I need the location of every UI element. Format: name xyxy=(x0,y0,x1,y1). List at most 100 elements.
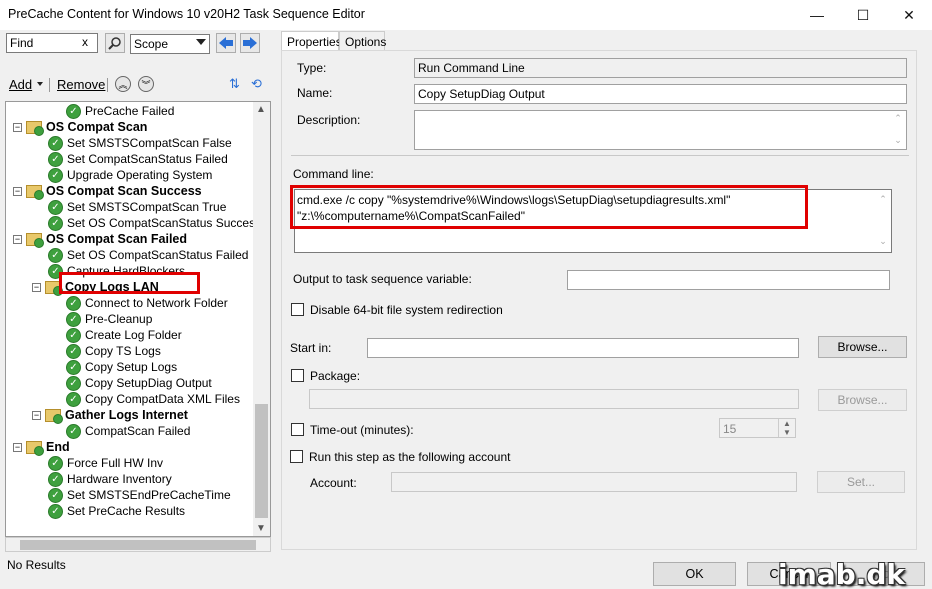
divider xyxy=(49,78,50,92)
disable-64bit-checkbox[interactable] xyxy=(291,303,304,316)
run-as-checkbox[interactable] xyxy=(290,450,303,463)
sort-icon[interactable]: ⇅ xyxy=(229,76,240,92)
check-icon: ✓ xyxy=(66,103,81,119)
tab-options[interactable]: Options xyxy=(339,31,386,51)
tree-item[interactable]: ✓ PreCache Failed xyxy=(66,103,174,119)
package-checkbox[interactable] xyxy=(291,369,304,382)
description-field[interactable]: ⌃ ⌄ xyxy=(414,110,907,150)
timeout-checkbox[interactable] xyxy=(291,423,304,436)
tree-item[interactable]: ✓ Force Full HW Inv xyxy=(48,455,163,471)
divider xyxy=(291,155,909,156)
scroll-up-icon[interactable]: ⌃ xyxy=(876,194,890,205)
check-icon: ✓ xyxy=(66,375,81,391)
timeout-spinner: ▲ ▼ xyxy=(778,419,795,437)
arrow-left-icon[interactable] xyxy=(216,33,236,53)
start-in-field[interactable] xyxy=(367,338,799,358)
name-label: Name: xyxy=(297,86,333,100)
account-field xyxy=(391,472,797,492)
browse-button[interactable]: Browse... xyxy=(818,336,907,358)
tree-item[interactable]: ✓ Create Log Folder xyxy=(66,327,182,343)
minimize-button[interactable]: — xyxy=(794,0,840,30)
action-bar: Add Remove ︽ ︾ ⇅ ⟲ xyxy=(0,70,275,98)
magnifier-icon[interactable] xyxy=(105,33,125,53)
tree-item[interactable]: ✓ Set CompatScanStatus Failed xyxy=(48,151,228,167)
check-icon: ✓ xyxy=(66,311,81,327)
type-label: Type: xyxy=(297,61,327,75)
tree-horizontal-scrollbar[interactable] xyxy=(5,537,271,552)
folder-icon xyxy=(26,184,44,200)
close-button[interactable]: ✕ xyxy=(886,0,932,30)
name-field[interactable]: Copy SetupDiag Output xyxy=(414,84,907,104)
tree-item[interactable]: ✓ Set SMSTSCompatScan False xyxy=(48,135,232,151)
tree-item[interactable]: ✓ Copy Setup Logs xyxy=(66,359,177,375)
output-variable-label: Output to task sequence variable: xyxy=(293,272,472,286)
scope-label: Scope xyxy=(134,37,169,51)
arrow-right-icon[interactable] xyxy=(240,33,260,53)
tree-item[interactable]: ✓ Upgrade Operating System xyxy=(48,167,212,183)
check-icon: ✓ xyxy=(48,487,63,503)
scrollbar-thumb[interactable] xyxy=(20,540,256,550)
find-clear-button[interactable]: x xyxy=(82,35,88,49)
tree-group[interactable]: − OS Compat Scan Failed xyxy=(13,231,187,248)
chevron-down-icon xyxy=(196,39,206,45)
folder-icon xyxy=(26,440,44,456)
tree-item[interactable]: ✓ Set SMSTSCompatScan True xyxy=(48,199,226,215)
scroll-down-icon[interactable]: ⌄ xyxy=(891,135,905,146)
tree-item[interactable]: ✓ Connect to Network Folder xyxy=(66,295,228,311)
tree-item[interactable]: ✓ Set OS CompatScanStatus Failed xyxy=(48,247,248,263)
tree-item[interactable]: ✓ Copy CompatData XML Files xyxy=(66,391,240,407)
remove-button[interactable]: Remove xyxy=(57,77,105,92)
refresh-icon[interactable]: ⟲ xyxy=(251,76,262,92)
tree-item[interactable]: ✓ Set SMSTSEndPreCacheTime xyxy=(48,487,231,503)
tree-item[interactable]: ✓ Copy TS Logs xyxy=(66,343,161,359)
highlight-box xyxy=(290,185,808,229)
folder-icon xyxy=(26,232,44,248)
collapse-icon[interactable]: − xyxy=(13,186,22,196)
scrollbar-thumb[interactable] xyxy=(255,404,268,518)
start-in-label: Start in: xyxy=(290,341,332,355)
tab-properties[interactable]: Properties xyxy=(281,31,342,51)
tree-group[interactable]: − OS Compat Scan Success xyxy=(13,183,202,200)
package-browse-button: Browse... xyxy=(818,389,907,411)
tree-item[interactable]: ✓ CompatScan Failed xyxy=(66,423,190,439)
folder-icon xyxy=(45,408,63,424)
maximize-button[interactable]: ☐ xyxy=(840,0,886,30)
scope-select[interactable]: Scope xyxy=(130,34,210,54)
description-label: Description: xyxy=(297,113,361,127)
collapse-icon[interactable]: − xyxy=(13,234,22,244)
tree-item[interactable]: ✓ Set OS CompatScanStatus Success xyxy=(48,215,261,231)
tree-group[interactable]: − Gather Logs Internet xyxy=(32,407,188,424)
task-sequence-tree[interactable]: ✓ PreCache Failed − OS Compat Scan ✓ Set SM… xyxy=(5,101,271,537)
tree-item[interactable]: ✓ Hardware Inventory xyxy=(48,471,172,487)
scroll-up-icon[interactable]: ⌃ xyxy=(891,113,905,124)
ok-button[interactable]: OK xyxy=(653,562,736,586)
check-icon: ✓ xyxy=(66,327,81,343)
scroll-up-icon[interactable]: ▲ xyxy=(256,104,266,115)
output-variable-field[interactable] xyxy=(567,270,890,290)
tree-item[interactable]: ✓ Set PreCache Results xyxy=(48,503,185,519)
collapse-icon[interactable]: − xyxy=(13,122,22,132)
tree-group[interactable]: − OS Compat Scan xyxy=(13,119,147,136)
tree-item-selected[interactable]: ✓ Copy SetupDiag Output xyxy=(66,375,212,391)
folder-icon xyxy=(26,120,44,136)
collapse-icon[interactable]: − xyxy=(32,282,41,292)
package-label: Package: xyxy=(310,369,361,383)
scroll-down-icon[interactable]: ⌄ xyxy=(876,236,890,247)
add-button[interactable]: Add xyxy=(9,77,32,92)
check-icon: ✓ xyxy=(48,471,63,487)
tree-group[interactable]: − End xyxy=(13,439,70,456)
collapse-icon[interactable]: − xyxy=(32,410,41,420)
move-down-icon[interactable]: ︾ xyxy=(138,76,154,92)
tree-vertical-scrollbar[interactable]: ▲ ▼ xyxy=(253,102,270,536)
check-icon: ✓ xyxy=(48,503,63,519)
run-as-label: Run this step as the following account xyxy=(309,450,511,464)
divider xyxy=(107,78,108,92)
check-icon: ✓ xyxy=(48,167,63,183)
collapse-icon[interactable]: − xyxy=(13,442,22,452)
check-icon: ✓ xyxy=(48,247,63,263)
scroll-down-icon[interactable]: ▼ xyxy=(256,523,266,534)
window-title: PreCache Content for Windows 10 v20H2 Ta… xyxy=(8,7,365,21)
move-up-icon[interactable]: ︽ xyxy=(115,76,131,92)
tree-item[interactable]: ✓ Pre-Cleanup xyxy=(66,311,152,327)
command-line-label: Command line: xyxy=(293,167,374,181)
